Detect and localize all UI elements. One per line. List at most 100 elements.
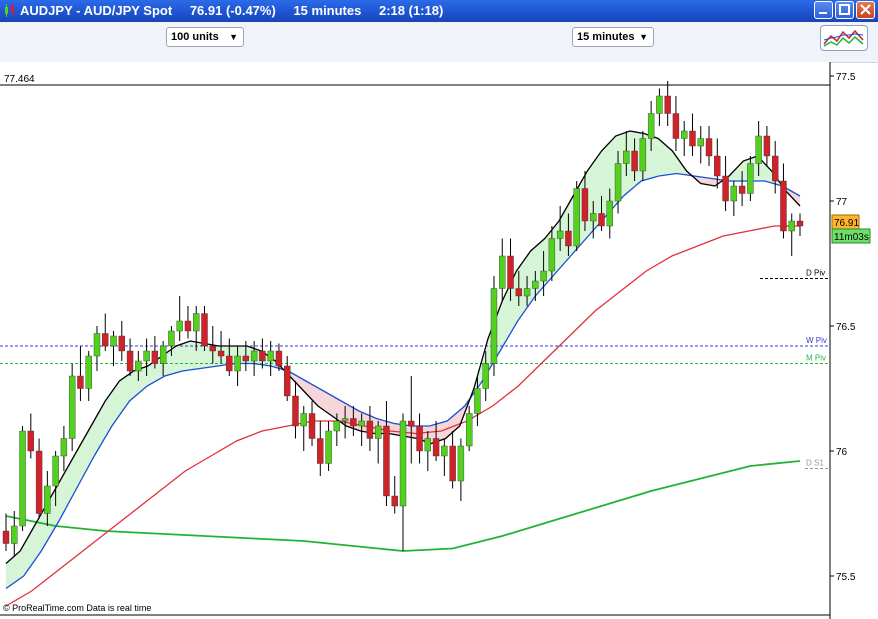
candle-body bbox=[151, 350, 159, 364]
candle-body bbox=[292, 395, 299, 427]
last-price-value: 76.91 bbox=[834, 218, 859, 229]
last-price-badge: 76.91 bbox=[831, 214, 860, 230]
timeframe-dropdown[interactable]: 15 minutes ▼ bbox=[572, 27, 654, 47]
candle-body bbox=[432, 438, 440, 457]
candle-body bbox=[565, 230, 572, 247]
candle-body bbox=[308, 413, 316, 439]
candle-body bbox=[540, 270, 547, 282]
y-tick-label: 76.5 bbox=[836, 322, 856, 333]
candle-body bbox=[581, 188, 589, 222]
candle-body bbox=[780, 180, 787, 232]
candle-body bbox=[68, 375, 76, 439]
candle-body bbox=[110, 335, 117, 347]
y-tick-label: 77 bbox=[836, 197, 848, 208]
maximize-icon bbox=[839, 4, 850, 15]
title-bar: AUDJPY - AUD/JPY Spot 76.91 (-0.47%) 15 … bbox=[0, 0, 878, 22]
candle-body bbox=[77, 375, 84, 389]
chart-toolbar: 100 units ▼ 15 minutes ▼ bbox=[0, 22, 878, 63]
maximize-button[interactable] bbox=[835, 1, 854, 19]
candle-body bbox=[341, 418, 349, 422]
candle-body bbox=[408, 420, 415, 427]
candle-body bbox=[11, 525, 18, 544]
countdown-badge: 11m03s bbox=[831, 228, 871, 244]
candle-body bbox=[259, 350, 266, 362]
candle-body bbox=[614, 163, 622, 202]
candle-body bbox=[143, 350, 150, 362]
candle-body bbox=[623, 150, 630, 164]
minimize-icon bbox=[819, 12, 827, 14]
candle-body bbox=[60, 438, 68, 457]
candle-body bbox=[317, 438, 324, 464]
timeframe-value: 15 minutes bbox=[577, 31, 635, 43]
candle-body bbox=[523, 288, 531, 297]
candle-body bbox=[697, 138, 704, 147]
candle-body bbox=[27, 430, 35, 452]
candle-body bbox=[771, 155, 779, 182]
candle-body bbox=[325, 430, 332, 464]
candle-body bbox=[201, 313, 208, 347]
candle-body bbox=[788, 220, 795, 232]
pivot-label: D Piv bbox=[806, 269, 825, 278]
candle-body bbox=[730, 185, 738, 202]
close-icon bbox=[860, 4, 871, 15]
candle-body bbox=[424, 438, 432, 452]
candle-body bbox=[449, 445, 456, 482]
candle-body bbox=[465, 413, 473, 447]
candle-body bbox=[482, 363, 489, 389]
candle-body bbox=[664, 95, 671, 114]
candle-body bbox=[796, 220, 804, 227]
candle-body bbox=[631, 150, 638, 172]
candle-body bbox=[242, 355, 250, 362]
chart-settings-button[interactable] bbox=[820, 25, 868, 51]
candle-body bbox=[250, 350, 258, 362]
y-tick-label: 76 bbox=[836, 447, 848, 458]
price-chart[interactable]: D PivW PivM PivD S1 77.464 75.57676.5777… bbox=[0, 62, 878, 619]
chevron-down-icon: ▼ bbox=[229, 32, 238, 42]
candle-body bbox=[548, 238, 556, 272]
chart-settings-icon bbox=[823, 29, 864, 47]
candle-body bbox=[689, 130, 696, 147]
candlestick-app-icon bbox=[5, 4, 14, 17]
candle-body bbox=[499, 255, 506, 289]
time-label: 2:18 (1:18) bbox=[378, 3, 444, 18]
y-tick-label: 75.5 bbox=[836, 572, 856, 583]
close-button[interactable] bbox=[856, 1, 875, 19]
candle-body bbox=[556, 230, 564, 239]
countdown-value: 11m03s bbox=[834, 232, 869, 243]
candle-body bbox=[656, 95, 663, 114]
units-dropdown[interactable]: 100 units ▼ bbox=[166, 27, 244, 47]
candle-body bbox=[168, 330, 175, 347]
candle-body bbox=[44, 485, 51, 514]
candle-body bbox=[672, 113, 680, 139]
candle-body bbox=[598, 213, 605, 227]
candle-body bbox=[763, 135, 771, 157]
candle-body bbox=[747, 163, 754, 194]
candle-body bbox=[159, 345, 167, 364]
instrument-name: AUDJPY - AUD/JPY Spot bbox=[20, 3, 173, 18]
candle-body bbox=[226, 355, 233, 372]
candle-body bbox=[705, 138, 713, 157]
candle-body bbox=[722, 175, 729, 202]
candle-body bbox=[416, 425, 423, 452]
candle-body bbox=[738, 185, 746, 194]
candle-body bbox=[193, 313, 200, 332]
candle-body bbox=[639, 138, 647, 172]
y-tick-label: 77.5 bbox=[836, 72, 856, 83]
candle-body bbox=[441, 445, 448, 457]
candle-body bbox=[358, 420, 365, 427]
candle-body bbox=[19, 430, 26, 527]
candle-body bbox=[515, 288, 522, 297]
candle-body bbox=[714, 155, 721, 177]
candle-body bbox=[606, 200, 613, 227]
candle-body bbox=[383, 425, 390, 497]
candle-body bbox=[391, 495, 398, 507]
minimize-button[interactable] bbox=[814, 1, 833, 19]
candle-body bbox=[118, 335, 125, 352]
candle-body bbox=[333, 420, 341, 432]
candle-body bbox=[507, 255, 514, 289]
pivot-label: D S1 bbox=[806, 459, 824, 468]
data-source-footer: © ProRealTime.com Data is real time bbox=[3, 603, 152, 613]
candle-body bbox=[490, 288, 498, 364]
candle-body bbox=[374, 425, 382, 439]
top-value-label: 77.464 bbox=[4, 74, 35, 85]
